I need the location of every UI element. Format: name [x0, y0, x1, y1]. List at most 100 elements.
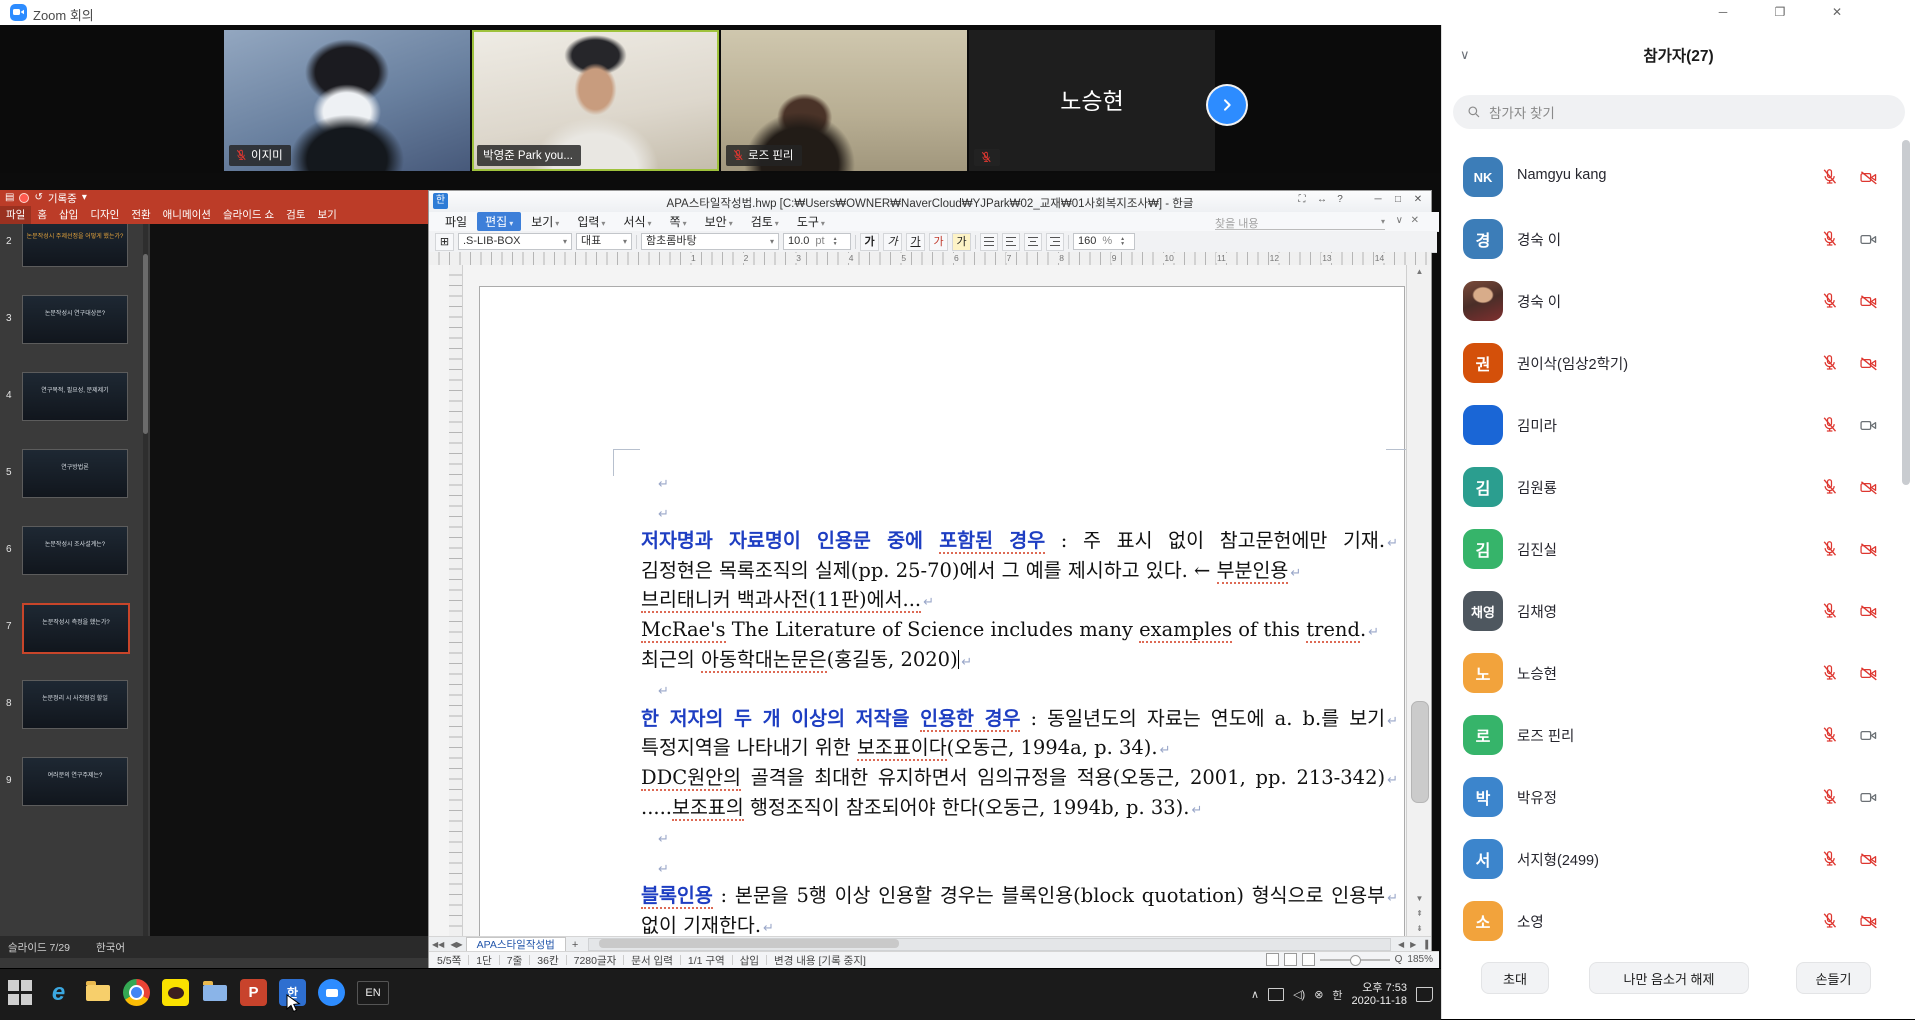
hwp-close-button[interactable]: ✕: [1409, 194, 1427, 205]
italic-button[interactable]: 가: [883, 233, 902, 251]
start-button[interactable]: [6, 979, 33, 1006]
document-area[interactable]: ↵↵저자명과 자료명이 인용문 중에 포함된 경우 : 주 표시 없이 참고문헌…: [429, 265, 1431, 936]
vertical-scrollbar[interactable]: ▲ ▼ ⇞ ⇟: [1406, 265, 1431, 936]
document-text[interactable]: ↵↵저자명과 자료명이 인용문 중에 포함된 경우 : 주 표시 없이 참고문헌…: [641, 467, 1398, 936]
scroll-left-icon[interactable]: ◀: [1395, 940, 1407, 949]
hwp-minimize-button[interactable]: ─: [1369, 194, 1387, 205]
ime-indicator[interactable]: 한: [1332, 987, 1342, 1003]
participants-scrollbar[interactable]: [1902, 140, 1910, 485]
quick-access-dropdown-icon[interactable]: ▾: [82, 190, 87, 206]
hwp-menu-검토[interactable]: 검토▾: [743, 212, 787, 231]
hwp-menu-도구[interactable]: 도구▾: [789, 212, 833, 231]
view-width-icon[interactable]: [1302, 953, 1315, 966]
highlight-button[interactable]: 가: [952, 233, 971, 251]
find-input[interactable]: 찾을 내용▾: [1215, 215, 1385, 230]
hidden-icons-chevron[interactable]: ∧: [1251, 988, 1259, 1001]
scrollbar-thumb[interactable]: [599, 939, 899, 948]
network-icon[interactable]: ⊗: [1314, 988, 1323, 1001]
hwp-menu-편집[interactable]: 편집▾: [477, 212, 521, 231]
participant-row[interactable]: 김미라: [1442, 394, 1915, 456]
hwp-menu-보안[interactable]: 보안▾: [697, 212, 741, 231]
display-tray-icon[interactable]: [1268, 988, 1284, 1001]
ppt-tab-7[interactable]: 슬라이드 쇼: [217, 206, 280, 224]
document-tab[interactable]: APA스타일작성법: [466, 937, 566, 952]
slide-thumbnail-3[interactable]: 논문작성시 연구대상은?: [22, 295, 128, 344]
zoom-icon[interactable]: [318, 979, 345, 1006]
next-videos-button[interactable]: [1208, 86, 1246, 124]
participant-row[interactable]: 로로즈 핀리: [1442, 704, 1915, 766]
participant-row[interactable]: 노노승현: [1442, 642, 1915, 704]
ppt-tab-5[interactable]: 전환: [125, 206, 156, 224]
powerpoint-icon[interactable]: P: [240, 979, 267, 1006]
participant-row[interactable]: 경경숙 이: [1442, 208, 1915, 270]
participant-row[interactable]: 박박유정: [1442, 766, 1915, 828]
slide-thumbnail-2[interactable]: 논문작성시 주제선정을 어떻게 했는가?: [22, 224, 128, 267]
style-grid-icon[interactable]: ⊞: [435, 233, 454, 251]
participant-row[interactable]: 김김진실: [1442, 518, 1915, 580]
style-preset-select[interactable]: 대표▾: [576, 233, 632, 250]
maximize-button[interactable]: ❐: [1757, 0, 1803, 25]
view-facing-icon[interactable]: [1284, 953, 1297, 966]
find-close-icon[interactable]: ✕: [1411, 215, 1419, 226]
slide-thumbnail-8[interactable]: 논문정리 시 사전점검 할일: [22, 680, 128, 729]
participant-row[interactable]: 서서지형(2499): [1442, 828, 1915, 890]
horizontal-scrollbar[interactable]: [588, 938, 1391, 951]
participant-search-input[interactable]: 참가자 찾기: [1453, 95, 1905, 129]
align-center-button[interactable]: [1024, 233, 1042, 251]
font-color-button[interactable]: 가: [929, 233, 948, 251]
ppt-tab-4[interactable]: 디자인: [84, 206, 125, 224]
ppt-tab-1[interactable]: 파일: [0, 206, 31, 224]
split-view-icon[interactable]: ↔: [1313, 194, 1331, 205]
scrollbar-thumb[interactable]: [1411, 701, 1429, 803]
hwp-menu-서식[interactable]: 서식▾: [615, 212, 659, 231]
hwp-menu-보기[interactable]: 보기▾: [523, 212, 567, 231]
participant-row[interactable]: 채영김채영: [1442, 580, 1915, 642]
hwp-menu-쪽[interactable]: 쪽▾: [662, 212, 695, 231]
language-badge[interactable]: EN: [357, 981, 389, 1005]
hwp-menu-입력[interactable]: 입력▾: [569, 212, 613, 231]
file-explorer-icon[interactable]: [84, 979, 111, 1006]
participant-row[interactable]: 경숙 이: [1442, 270, 1915, 332]
edge-icon[interactable]: e: [45, 979, 72, 1006]
font-size-input[interactable]: 10.0pt▲▼: [783, 233, 851, 250]
scroll-right-icon[interactable]: ▶: [1407, 940, 1419, 949]
slide-thumbnail-6[interactable]: 논문작성시 조사설계는?: [22, 526, 128, 575]
invite-button[interactable]: 초대: [1481, 962, 1549, 994]
new-tab-button[interactable]: +: [566, 939, 584, 951]
participant-row[interactable]: NKNamgyu kang: [1442, 146, 1915, 208]
zoom-lens-icon[interactable]: Q: [1395, 954, 1403, 965]
participant-row[interactable]: 김김원룡: [1442, 456, 1915, 518]
view-single-icon[interactable]: [1266, 953, 1279, 966]
hwp-maximize-button[interactable]: □: [1389, 194, 1407, 205]
volume-icon[interactable]: ◁): [1293, 988, 1305, 1001]
slide-panel-scrollbar[interactable]: [143, 224, 148, 936]
underline-button[interactable]: 가: [906, 233, 925, 251]
ppt-tab-9[interactable]: 보기: [312, 206, 343, 224]
zoom-slider-knob[interactable]: [1350, 955, 1361, 966]
participant-row[interactable]: 소소영: [1442, 890, 1915, 952]
paragraph-style-select[interactable]: .S-LIB-BOX▾: [458, 233, 572, 250]
slide-thumbnail-7[interactable]: 논문작성시 측정을 했는가?: [22, 603, 130, 654]
video-tile[interactable]: 박영준 Park you...: [472, 30, 719, 171]
video-tile[interactable]: 노승현: [969, 30, 1215, 171]
ppt-tab-6[interactable]: 애니메이션: [157, 206, 217, 224]
bold-button[interactable]: 가: [860, 233, 879, 251]
tab-nav-prev-icon[interactable]: ◀▶: [447, 940, 465, 949]
minimize-button[interactable]: ─: [1700, 0, 1746, 25]
close-button[interactable]: ✕: [1814, 0, 1860, 25]
fullscreen-icon[interactable]: ⛶: [1293, 194, 1311, 205]
line-spacing-input[interactable]: 160%▲▼: [1073, 233, 1135, 250]
tab-nav-first-icon[interactable]: ◀◀: [429, 940, 447, 949]
action-center-icon[interactable]: [1416, 987, 1433, 1002]
raise-hand-button[interactable]: 손들기: [1796, 962, 1871, 994]
participant-row[interactable]: 권권이삭(임상2학기): [1442, 332, 1915, 394]
help-icon[interactable]: ?: [1331, 194, 1349, 205]
video-tile[interactable]: 이지미: [224, 30, 470, 171]
ppt-tab-8[interactable]: 검토: [280, 206, 311, 224]
slide-thumbnail-5[interactable]: 연구방법론: [22, 449, 128, 498]
align-left-button[interactable]: [1002, 233, 1020, 251]
chrome-icon[interactable]: [123, 979, 150, 1006]
hwp-menu-파일[interactable]: 파일: [437, 212, 475, 231]
zoom-slider[interactable]: [1320, 959, 1390, 961]
slide-thumbnail-9[interactable]: 여러분의 연구주제는?: [22, 757, 128, 806]
